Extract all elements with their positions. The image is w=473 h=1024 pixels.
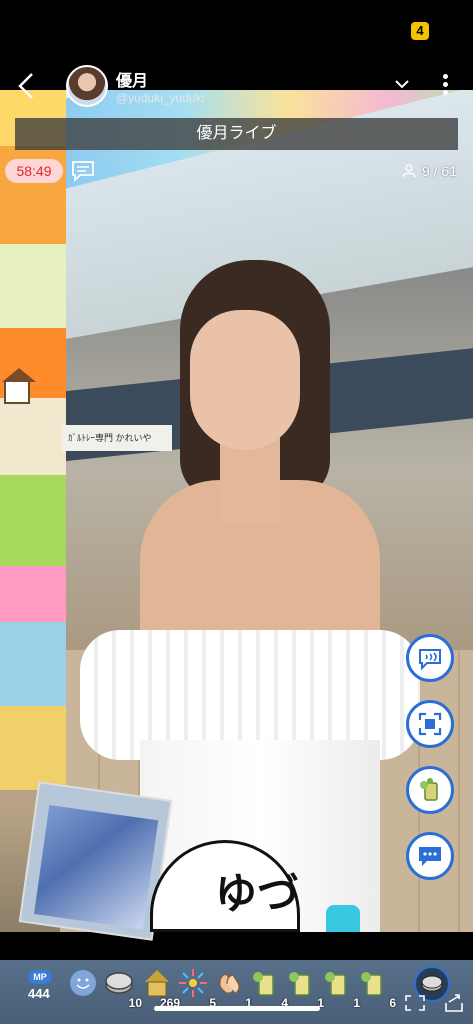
- gift-drink-1[interactable]: 4: [250, 968, 288, 1010]
- viewer-count[interactable]: 9 / 61: [402, 163, 457, 179]
- speech-wave-icon: [419, 649, 441, 670]
- more-icon-dot: [442, 90, 448, 95]
- firework-icon: [179, 969, 207, 997]
- avatar[interactable]: [66, 65, 108, 107]
- gift-drink-4[interactable]: 6: [358, 968, 396, 1010]
- drink-gift-button[interactable]: [406, 766, 454, 814]
- gift-tower[interactable]: 269: [142, 968, 180, 1010]
- mp-value: 444: [28, 986, 50, 1001]
- home-indicator[interactable]: [154, 1006, 320, 1011]
- battery-icon: 4: [411, 22, 429, 40]
- speech-bubble-button[interactable]: [406, 634, 454, 682]
- fan-text: ゆづ: [215, 870, 300, 917]
- drink-icon: [253, 972, 274, 996]
- house-decoration-icon: [2, 368, 36, 404]
- expand-icon: [405, 995, 425, 1011]
- gift-drink-2[interactable]: 1: [286, 968, 324, 1010]
- crop-frame-icon: [418, 712, 442, 736]
- comment-button[interactable]: [406, 832, 454, 880]
- bottle: [326, 905, 360, 932]
- drink-icon: [420, 778, 438, 801]
- smile-icon: [70, 970, 96, 996]
- gift-firework[interactable]: 5: [178, 968, 216, 1010]
- chevron-down-icon[interactable]: [394, 76, 410, 92]
- fullscreen-button[interactable]: [405, 995, 425, 1011]
- gift-coin[interactable]: 10: [104, 968, 142, 1010]
- drink-icon: [289, 972, 310, 996]
- viewer-count-text: 9 / 61: [421, 163, 457, 179]
- cd-cover-art: [34, 805, 159, 930]
- screenshot-button[interactable]: [406, 700, 454, 748]
- share-arrow-icon: [445, 994, 463, 1012]
- mp-badge: MP: [28, 970, 52, 984]
- person-icon: [402, 164, 416, 178]
- gift-count: 6: [389, 996, 396, 1010]
- gift-drink-3[interactable]: 1: [322, 968, 360, 1010]
- chat-icon: [419, 847, 441, 866]
- share-button[interactable]: [444, 993, 464, 1013]
- colorful-pillar: [0, 90, 66, 790]
- comment-toggle-icon[interactable]: [71, 160, 95, 183]
- gift-smile[interactable]: [68, 968, 102, 1004]
- tower-icon: [145, 970, 169, 997]
- coin-icon: [105, 972, 133, 994]
- coin-icon: [421, 975, 443, 992]
- drink-icon: [325, 972, 346, 996]
- more-options-button[interactable]: [438, 72, 452, 100]
- live-title: 優月ライブ: [15, 118, 458, 150]
- back-button[interactable]: [14, 70, 42, 102]
- gift-clap[interactable]: 1: [214, 968, 252, 1010]
- streamer-name: 優月: [116, 73, 149, 90]
- gift-count: 10: [128, 996, 142, 1010]
- face: [190, 310, 300, 450]
- streamer-id: @yuduki_yuduki: [116, 91, 205, 105]
- more-icon-dot: [442, 74, 448, 79]
- live-timer: 58:49: [5, 159, 63, 183]
- more-icon-dot: [442, 82, 448, 87]
- chevron-left-icon: [18, 73, 33, 99]
- drink-icon: [361, 972, 382, 996]
- clap-icon: [219, 973, 240, 994]
